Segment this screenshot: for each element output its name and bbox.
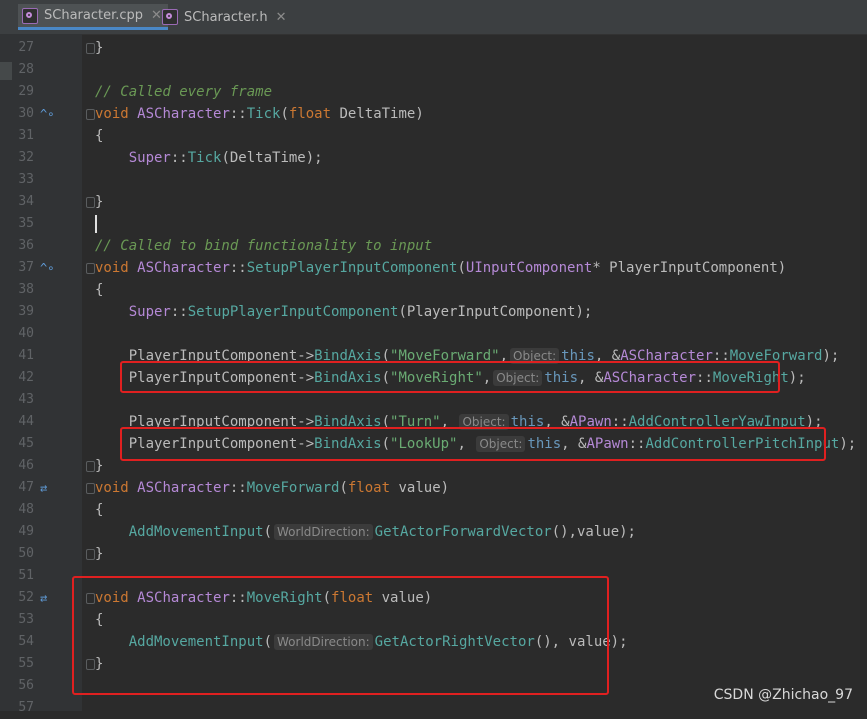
code-line[interactable]: 38 { [0,279,867,301]
code-line[interactable]: 31 { [0,125,867,147]
code-line[interactable]: 30 ^∘ void ASCharacter::Tick(float DeltaTi… [0,103,867,125]
line-number: 28 [18,62,34,77]
line-number: 32 [18,150,34,165]
fold-marker[interactable] [86,109,95,120]
line-number: 42 [18,370,34,385]
tab-scharacter-cpp[interactable]: SCharacter.cpp ✕ [18,4,168,30]
line-number: 33 [18,172,34,187]
fold-marker[interactable] [86,461,95,472]
line-number: 41 [18,348,34,363]
line-number: 27 [18,40,34,55]
highlight-box [120,427,826,461]
line-number: 47 [18,480,34,495]
code-text: { [95,128,104,144]
line-number: 35 [18,216,34,231]
watermark: CSDN @Zhichao_97 [713,687,853,703]
code-line[interactable]: 36 // Called to bind functionality to inp… [0,235,867,257]
override-icon[interactable]: ^∘ [40,106,60,122]
code-text: void ASCharacter::SetupPlayerInputCompon… [95,260,787,276]
line-number: 56 [18,678,34,693]
header-file-icon [162,9,178,25]
line-number: 46 [18,458,34,473]
line-number: 37 [18,260,34,275]
code-text: } [95,194,104,210]
line-number: 34 [18,194,34,209]
code-line[interactable]: 32 Super::Tick(DeltaTime); [0,147,867,169]
code-text: } [95,546,104,562]
code-line[interactable]: 29 // Called every frame [0,81,867,103]
code-line[interactable]: 33 [0,169,867,191]
code-text: } [95,40,104,56]
text-caret [95,215,97,233]
fold-marker[interactable] [86,197,95,208]
line-number: 55 [18,656,34,671]
fold-marker[interactable] [86,43,95,54]
tab-scharacter-h[interactable]: SCharacter.h ✕ [158,4,293,30]
line-number: 38 [18,282,34,297]
line-number: 45 [18,436,34,451]
code-text: Super::SetupPlayerInputComponent(PlayerI… [128,304,593,320]
code-line[interactable]: 49 AddMovementInput(WorldDirection: GetAc… [0,521,867,543]
highlight-box [72,576,609,695]
line-number: 52 [18,590,34,605]
override-icon[interactable]: ^∘ [40,260,60,276]
bind-icon[interactable]: ⇄ [40,590,60,606]
line-number: 44 [18,414,34,429]
code-line[interactable]: 35 [0,213,867,235]
line-number: 43 [18,392,34,407]
editor-tab-bar: SCharacter.cpp ✕ SCharacter.h ✕ [0,0,867,35]
code-text: { [95,502,104,518]
code-text: AddMovementInput(WorldDirection: GetActor… [128,524,636,540]
code-line[interactable]: 39 Super::SetupPlayerInputComponent(Play… [0,301,867,323]
code-line[interactable]: 27} [0,37,867,59]
code-text: { [95,282,104,298]
line-number: 57 [18,700,34,715]
code-text: // Called to bind functionality to input [95,238,433,254]
line-number: 53 [18,612,34,627]
close-icon[interactable]: ✕ [276,10,287,25]
code-line[interactable]: 48 { [0,499,867,521]
code-line[interactable]: 50} [0,543,867,565]
fold-marker[interactable] [86,549,95,560]
line-number: 51 [18,568,34,583]
tab-label: SCharacter.cpp [44,8,144,23]
line-number: 40 [18,326,34,341]
code-line[interactable]: 37 ^∘ void ASCharacter::SetupPlayerInputCo… [0,257,867,279]
code-text: void ASCharacter::Tick(float DeltaTime) [95,106,424,122]
code-text: Super::Tick(DeltaTime); [128,150,323,166]
line-number: 29 [18,84,34,99]
code-line[interactable]: 47 ⇄ void ASCharacter::MoveForward(float v… [0,477,867,499]
line-number: 30 [18,106,34,121]
code-text: void ASCharacter::MoveForward(float valu… [95,480,450,496]
cpp-file-icon [22,7,38,24]
code-line[interactable]: 40 [0,323,867,345]
bind-icon[interactable]: ⇄ [40,480,60,496]
line-number: 31 [18,128,34,143]
line-number: 48 [18,502,34,517]
fold-marker[interactable] [86,263,95,274]
tab-label: SCharacter.h [184,9,268,25]
line-number: 50 [18,546,34,561]
fold-marker[interactable] [86,483,95,494]
code-text: // Called every frame [95,84,273,100]
line-number: 49 [18,524,34,539]
line-number: 36 [18,238,34,253]
line-number: 54 [18,634,34,649]
highlight-box [120,361,780,393]
code-text: } [95,458,104,474]
code-line[interactable]: 34} [0,191,867,213]
code-line[interactable]: 28 [0,59,867,81]
line-number: 39 [18,304,34,319]
